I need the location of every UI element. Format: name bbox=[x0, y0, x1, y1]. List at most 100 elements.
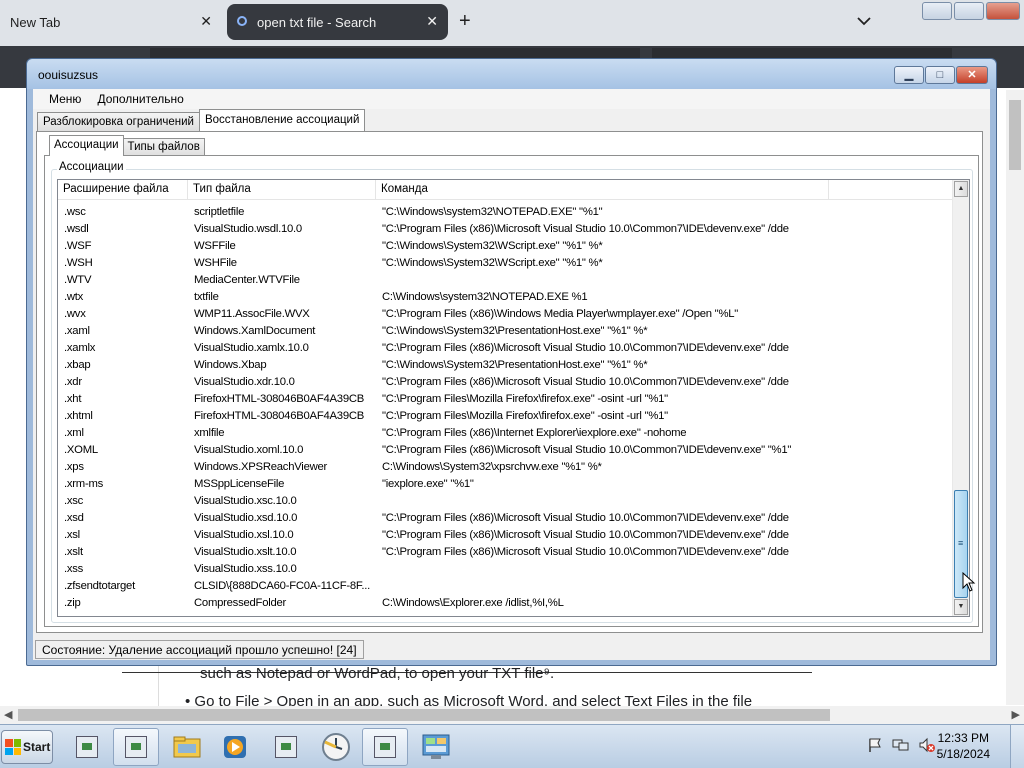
cell-extension: .xrm-ms bbox=[64, 477, 104, 490]
table-row[interactable]: .zfsendtotarget CLSID\{888DCA60-FC0A-11CF… bbox=[58, 577, 954, 594]
scroll-thumb[interactable] bbox=[18, 709, 830, 721]
taskbar-app-button[interactable] bbox=[362, 728, 408, 766]
chevron-down-icon[interactable] bbox=[855, 12, 873, 30]
minimize-button[interactable] bbox=[922, 2, 952, 20]
table-row[interactable]: .wsdl VisualStudio.wsdl.10.0 "C:\Program F… bbox=[58, 220, 954, 237]
scroll-left-icon[interactable]: ◀ bbox=[4, 708, 12, 721]
table-row[interactable]: .xps Windows.XPSReachViewer C:\Windows\Sys… bbox=[58, 458, 954, 475]
cell-extension: .wsdl bbox=[64, 222, 89, 235]
column-header-file-type[interactable]: Тип файла bbox=[188, 180, 376, 200]
list-vertical-scrollbar[interactable]: ▲ ≡ ▼ bbox=[952, 180, 969, 616]
taskbar-explorer-button[interactable] bbox=[164, 728, 210, 766]
column-header-extension[interactable]: Расширение файла bbox=[58, 180, 188, 200]
browser-tab-bar: New Tab ✕ open txt file - Search ✕ + bbox=[0, 0, 1024, 46]
table-row[interactable]: .XOML VisualStudio.xoml.10.0 "C:\Program F… bbox=[58, 441, 954, 458]
cell-command: "C:\Windows\System32\WScript.exe" "%1" %… bbox=[382, 239, 603, 252]
groupbox-label: Ассоциации bbox=[57, 161, 126, 173]
cell-file-type: VisualStudio.xss.10.0 bbox=[194, 562, 297, 575]
control-panel-icon bbox=[422, 734, 450, 759]
volume-muted-icon[interactable] bbox=[918, 737, 936, 753]
network-icon[interactable] bbox=[892, 737, 910, 753]
maximize-button[interactable]: □ bbox=[925, 66, 955, 84]
table-row[interactable]: .xaml Windows.XamlDocument "C:\Windows\Sys… bbox=[58, 322, 954, 339]
show-desktop-button[interactable] bbox=[1010, 725, 1024, 768]
cell-file-type: MSSppLicenseFile bbox=[194, 477, 285, 490]
menu-item-menu[interactable]: Меню bbox=[41, 89, 89, 109]
table-row[interactable]: .xml xmlfile "C:\Program Files (x86)\Inter… bbox=[58, 424, 954, 441]
cell-extension: .xbap bbox=[64, 358, 91, 371]
table-row[interactable]: .xamlx VisualStudio.xamlx.10.0 "C:\Program… bbox=[58, 339, 954, 356]
browser-window-controls bbox=[922, 2, 1020, 20]
system-clock[interactable]: 12:33 PM 5/18/2024 bbox=[937, 730, 990, 762]
column-header-filler bbox=[829, 180, 954, 200]
scroll-down-icon[interactable]: ▼ bbox=[954, 599, 968, 615]
cell-command: "C:\Program Files\Mozilla Firefox\firefo… bbox=[382, 409, 668, 422]
browser-tab-search[interactable]: open txt file - Search ✕ bbox=[227, 4, 448, 40]
page-vertical-scrollbar[interactable] bbox=[1006, 90, 1024, 705]
table-row[interactable]: .xht FirefoxHTML-308046B0AF4A39CB "C:\Prog… bbox=[58, 390, 954, 407]
close-button[interactable] bbox=[986, 2, 1020, 20]
table-row[interactable]: .xsc VisualStudio.xsc.10.0 bbox=[58, 492, 954, 509]
table-row[interactable]: .xsl VisualStudio.xsl.10.0 "C:\Program Fil… bbox=[58, 526, 954, 543]
table-row[interactable]: .xrm-ms MSSppLicenseFile "iexplore.exe" "%… bbox=[58, 475, 954, 492]
close-button[interactable]: ✕ bbox=[956, 66, 988, 84]
table-row[interactable]: .xslt VisualStudio.xslt.10.0 "C:\Program F… bbox=[58, 543, 954, 560]
app-title-bar[interactable]: oouisuzsus ▁ □ ✕ bbox=[27, 59, 996, 89]
taskbar: Start 12:33 PM 5/18/2024 bbox=[0, 724, 1024, 768]
outer-tab-panel: Ассоциации Типы файлов Ассоциации Расшир… bbox=[36, 131, 983, 633]
browser-tab-new-tab[interactable]: New Tab ✕ bbox=[0, 4, 222, 40]
cell-file-type: CompressedFolder bbox=[194, 596, 287, 609]
minimize-button[interactable]: ▁ bbox=[894, 66, 924, 84]
list-header: Расширение файла Тип файла Команда bbox=[58, 180, 954, 200]
flag-icon[interactable] bbox=[866, 737, 884, 753]
table-row[interactable]: .xsd VisualStudio.xsd.10.0 "C:\Program Fil… bbox=[58, 509, 954, 526]
tab-associations[interactable]: Ассоциации bbox=[49, 135, 124, 156]
clock-icon bbox=[322, 733, 350, 761]
taskbar-control-panel-button[interactable] bbox=[413, 728, 459, 766]
app-window: oouisuzsus ▁ □ ✕ Меню Дополнительно Разб… bbox=[26, 58, 997, 666]
tab-file-types[interactable]: Типы файлов bbox=[122, 138, 205, 156]
table-row[interactable]: .xdr VisualStudio.xdr.10.0 "C:\Program Fil… bbox=[58, 373, 954, 390]
scroll-right-icon[interactable]: ▶ bbox=[1012, 708, 1020, 721]
cell-file-type: VisualStudio.xsd.10.0 bbox=[194, 511, 298, 524]
close-tab-icon[interactable]: ✕ bbox=[426, 13, 438, 29]
table-row[interactable]: .xss VisualStudio.xss.10.0 bbox=[58, 560, 954, 577]
taskbar-app-button[interactable] bbox=[113, 728, 159, 766]
associations-groupbox: Ассоциации Расширение файла Тип файла Ко… bbox=[51, 161, 973, 623]
start-label: Start bbox=[23, 740, 51, 754]
table-row[interactable]: .wsc scriptletfile "C:\Windows\system32\NO… bbox=[58, 203, 954, 220]
tab-unlock-restrictions[interactable]: Разблокировка ограничений bbox=[37, 112, 200, 131]
close-tab-icon[interactable]: ✕ bbox=[200, 13, 212, 29]
cell-extension: .WSF bbox=[64, 239, 92, 252]
app-client-area: Меню Дополнительно Разблокировка огранич… bbox=[33, 89, 990, 660]
table-row[interactable]: .WSF WSFFile "C:\Windows\System32\WScript.… bbox=[58, 237, 954, 254]
start-button[interactable]: Start bbox=[1, 730, 53, 764]
new-tab-button[interactable]: + bbox=[459, 10, 471, 32]
taskbar-clock-app-button[interactable] bbox=[313, 728, 359, 766]
taskbar-app-button[interactable] bbox=[64, 728, 110, 766]
table-row[interactable]: .WTV MediaCenter.WTVFile bbox=[58, 271, 954, 288]
cell-file-type: FirefoxHTML-308046B0AF4A39CB bbox=[194, 409, 365, 422]
column-header-command[interactable]: Команда bbox=[376, 180, 829, 200]
table-row[interactable]: .xbap Windows.Xbap "C:\Windows\System32\Pr… bbox=[58, 356, 954, 373]
tab-restore-associations[interactable]: Восстановление ассоциаций bbox=[198, 109, 366, 131]
cell-extension: .xps bbox=[64, 460, 84, 473]
table-row[interactable]: .zip CompressedFolder C:\Windows\Explorer.… bbox=[58, 594, 954, 611]
cell-file-type: FirefoxHTML-308046B0AF4A39CB bbox=[194, 392, 365, 405]
cell-command: "C:\Program Files (x86)\Microsoft Visual… bbox=[382, 511, 789, 524]
associations-listview[interactable]: Расширение файла Тип файла Команда .wsc s… bbox=[57, 179, 970, 617]
cell-file-type: VisualStudio.xslt.10.0 bbox=[194, 545, 297, 558]
cell-extension: .wvx bbox=[64, 307, 86, 320]
table-row[interactable]: .WSH WSHFile "C:\Windows\System32\WScript.… bbox=[58, 254, 954, 271]
cell-command: "C:\Program Files (x86)\Microsoft Visual… bbox=[382, 528, 789, 541]
table-row[interactable]: .wvx WMP11.AssocFile.WVX "C:\Program Files… bbox=[58, 305, 954, 322]
cell-command: "iexplore.exe" "%1" bbox=[382, 477, 474, 490]
taskbar-app-button[interactable] bbox=[263, 728, 309, 766]
page-horizontal-scrollbar[interactable]: ◀ ▶ bbox=[0, 706, 1024, 724]
taskbar-media-button[interactable] bbox=[212, 728, 258, 766]
maximize-button[interactable] bbox=[954, 2, 984, 20]
table-row[interactable]: .wtx txtfile C:\Windows\system32\NOTEPAD.E… bbox=[58, 288, 954, 305]
table-row[interactable]: .xhtml FirefoxHTML-308046B0AF4A39CB "C:\Pr… bbox=[58, 407, 954, 424]
scroll-up-icon[interactable]: ▲ bbox=[954, 181, 968, 197]
menu-item-additional[interactable]: Дополнительно bbox=[89, 89, 191, 109]
